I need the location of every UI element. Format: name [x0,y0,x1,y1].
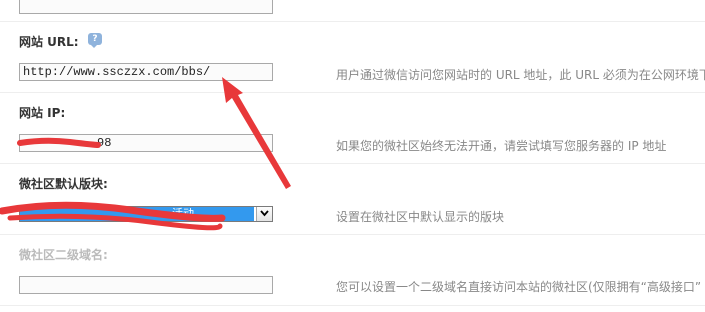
help-icon[interactable]: ? [88,33,102,48]
default-board-hint: 设置在微社区中默认显示的版块 [336,210,505,224]
subdomain-label: 微社区二级域名: [19,248,108,262]
subdomain-input[interactable] [19,276,273,294]
default-board-label: 微社区默认版块: [19,177,108,191]
annotation-overlay [0,77,291,231]
row-divider [0,163,705,164]
row-divider [0,305,705,306]
default-board-selected: 活动 [20,207,254,221]
row-divider [0,21,705,22]
site-url-label: 网站 URL: [19,35,79,49]
site-ip-hint: 如果您的微社区始终无法开通，请尝试填写您服务器的 IP 地址 [336,139,667,153]
annotation-arrow [222,77,291,189]
site-url-input[interactable]: http://www.ssczzx.com/bbs/ [19,63,273,81]
site-ip-input[interactable]: 98 [19,134,273,152]
subdomain-hint: 您可以设置一个二级域名直接访问本站的微社区(仅限拥有“高级接口” [336,280,702,294]
default-board-select[interactable]: 活动 [19,206,273,222]
site-ip-label: 网站 IP: [19,106,66,120]
row-divider [0,234,705,235]
row-divider [0,92,705,93]
site-url-hint: 用户通过微信访问您网站时的 URL 地址，此 URL 必须为在公网环境下 [336,68,705,82]
chevron-down-icon[interactable] [256,207,272,221]
site-ip-value: 98 [97,136,112,150]
previous-field-input[interactable] [19,0,273,14]
